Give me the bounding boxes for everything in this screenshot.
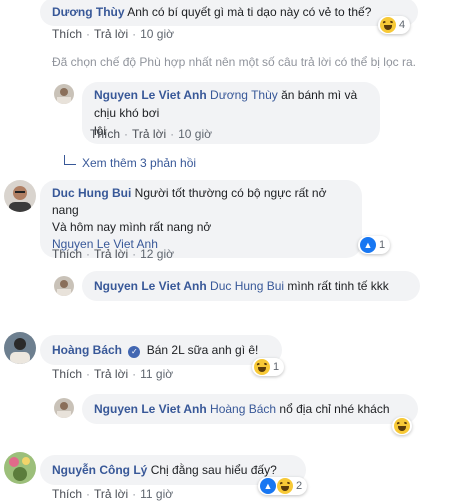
like-icon: ▲ bbox=[260, 478, 276, 494]
reply-mention[interactable]: Dương Thùy bbox=[210, 88, 278, 102]
like-link[interactable]: Thích bbox=[90, 127, 120, 141]
reply-actions: Thích · Trả lời · 10 giờ bbox=[90, 127, 212, 141]
haha-icon bbox=[394, 418, 410, 434]
haha-icon bbox=[254, 359, 270, 375]
verified-icon: ✓ bbox=[128, 346, 141, 358]
reply-link[interactable]: Trả lời bbox=[94, 27, 128, 41]
like-link[interactable]: Thích bbox=[52, 367, 82, 381]
avatar[interactable] bbox=[4, 332, 36, 364]
comment-text: Anh có bí quyết gì mà ti dạo này có vẻ t… bbox=[127, 5, 372, 19]
comment-time: 10 giờ bbox=[140, 27, 174, 41]
comment-bubble: Dương Thùy Anh có bí quyết gì mà ti dạo … bbox=[40, 0, 418, 26]
like-link[interactable]: Thích bbox=[52, 247, 82, 261]
comment-text: Chị đằng sau hiểu đấy? bbox=[150, 463, 277, 477]
comment-author[interactable]: Dương Thùy bbox=[52, 5, 125, 19]
see-more-replies[interactable]: Xem thêm 3 phản hồi bbox=[64, 155, 197, 170]
avatar[interactable] bbox=[54, 276, 74, 296]
reaction-summary[interactable]: 1 bbox=[252, 358, 285, 376]
reply-time: 10 giờ bbox=[178, 127, 212, 141]
comment-author[interactable]: Nguyễn Công Lý bbox=[52, 463, 147, 477]
reply-text: nổ địa chỉ nhé khách bbox=[279, 402, 390, 416]
comment-time: 11 giờ bbox=[140, 367, 174, 381]
comment-author[interactable]: Duc Hung Bui bbox=[52, 186, 131, 200]
comment-actions: Thích · Trả lời · 12 giờ bbox=[52, 247, 174, 261]
like-icon: ▲ bbox=[360, 237, 376, 253]
avatar[interactable] bbox=[4, 180, 36, 212]
comment-actions: Thích · Trả lời · 11 giờ bbox=[52, 487, 174, 501]
avatar[interactable] bbox=[54, 84, 74, 104]
see-more-label: Xem thêm 3 phản hồi bbox=[82, 156, 197, 170]
filter-notice: Đã chọn chế độ Phù hợp nhất nên một số c… bbox=[52, 55, 416, 69]
comment-text-line2: Và hôm nay mình rất nang nở bbox=[52, 220, 212, 234]
reaction-count: 2 bbox=[296, 480, 303, 492]
reply-text: mình rất tinh tế kkk bbox=[287, 279, 389, 293]
comment-actions: Thích · Trả lời · 10 giờ bbox=[52, 27, 174, 41]
like-link[interactable]: Thích bbox=[52, 487, 82, 501]
comment-bubble: Hoàng Bách ✓ Bán 2L sữa anh gì ê! bbox=[40, 335, 282, 365]
comment-time: 11 giờ bbox=[140, 487, 174, 501]
reply-link[interactable]: Trả lời bbox=[94, 247, 128, 261]
reply-mention[interactable]: Hoàng Bách bbox=[210, 402, 276, 416]
reply-author[interactable]: Nguyen Le Viet Anh bbox=[94, 88, 207, 102]
reply-link[interactable]: Trả lời bbox=[132, 127, 166, 141]
reply-mention[interactable]: Duc Hung Bui bbox=[210, 279, 284, 293]
haha-icon bbox=[380, 17, 396, 33]
avatar[interactable] bbox=[54, 398, 74, 418]
reply-arrow-icon bbox=[64, 155, 76, 165]
reply-link[interactable]: Trả lời bbox=[94, 487, 128, 501]
reply-link[interactable]: Trả lời bbox=[94, 367, 128, 381]
reaction-summary[interactable]: ▲ 2 bbox=[258, 477, 308, 495]
reaction-count: 4 bbox=[399, 19, 406, 31]
reply-author[interactable]: Nguyen Le Viet Anh bbox=[94, 402, 207, 416]
reply-author[interactable]: Nguyen Le Viet Anh bbox=[94, 279, 207, 293]
reaction-count: 1 bbox=[379, 239, 386, 251]
comment-actions: Thích · Trả lời · 11 giờ bbox=[52, 367, 174, 381]
reaction-summary[interactable]: 4 bbox=[378, 16, 411, 34]
reaction-summary[interactable]: ▲ 1 bbox=[358, 236, 391, 254]
reply-bubble: Nguyen Le Viet Anh Hoàng Bách nổ địa chỉ… bbox=[82, 394, 418, 424]
avatar[interactable] bbox=[4, 452, 36, 484]
haha-icon bbox=[277, 478, 293, 494]
reply-bubble: Nguyen Le Viet Anh Duc Hung Bui mình rất… bbox=[82, 271, 420, 301]
like-link[interactable]: Thích bbox=[52, 27, 82, 41]
reaction-count: 1 bbox=[273, 361, 280, 373]
comment-author[interactable]: Hoàng Bách bbox=[52, 343, 122, 357]
comment-time: 12 giờ bbox=[140, 247, 174, 261]
comment-text: Bán 2L sữa anh gì ê! bbox=[146, 343, 259, 357]
reaction-summary[interactable] bbox=[392, 417, 412, 435]
